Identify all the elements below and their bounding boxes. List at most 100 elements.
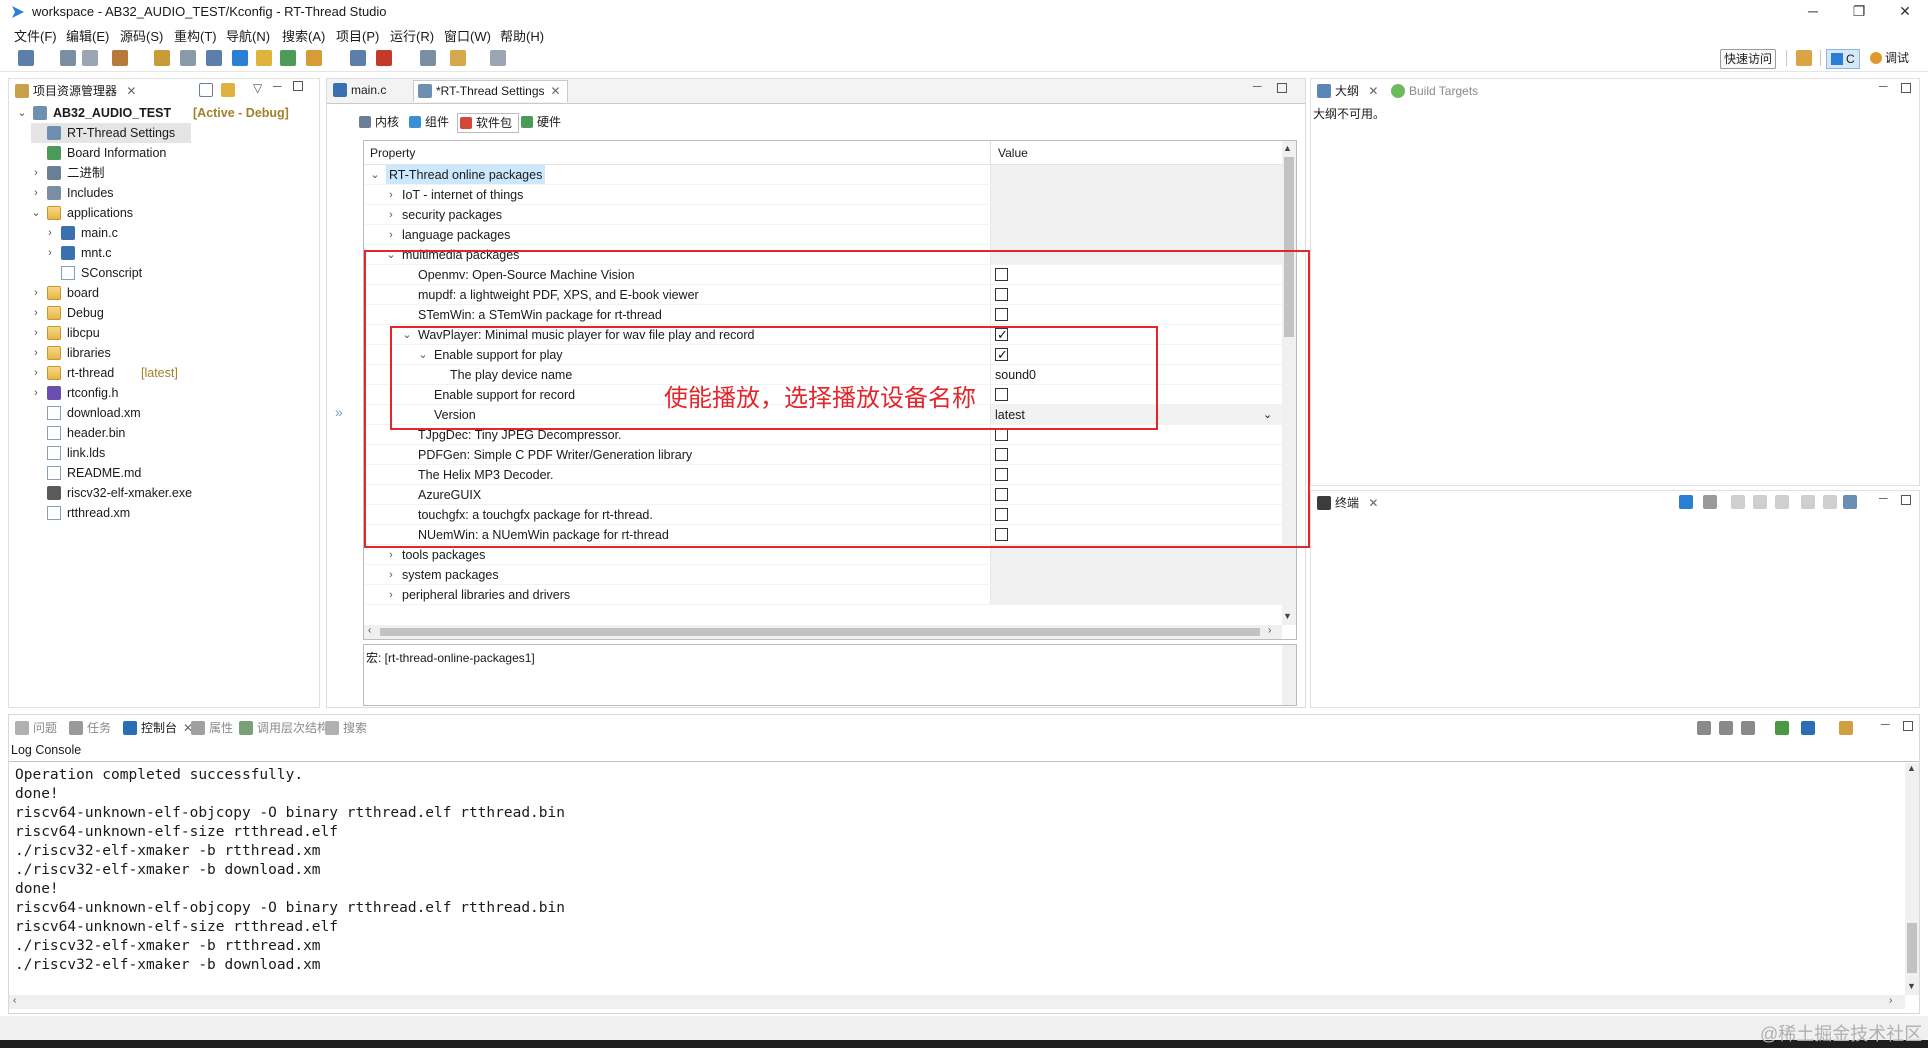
quick-access-input[interactable]: 快速访问 bbox=[1720, 49, 1776, 69]
toolbar-button-icon[interactable] bbox=[232, 50, 248, 66]
editor-tab[interactable]: *RT-Thread Settings ✕ bbox=[413, 80, 568, 102]
expand-toggle-icon[interactable]: › bbox=[31, 323, 41, 343]
settings-subtab[interactable]: 软件包 bbox=[457, 113, 520, 133]
expand-toggle-icon[interactable]: › bbox=[31, 163, 41, 183]
collapse-all-icon[interactable] bbox=[199, 83, 213, 97]
column-property[interactable]: Property bbox=[370, 146, 415, 160]
property-row[interactable]: › security packages bbox=[364, 205, 1282, 225]
expand-toggle-icon[interactable]: › bbox=[31, 303, 41, 323]
settings-subtab[interactable]: 内核 bbox=[357, 113, 405, 133]
expand-toggle-icon[interactable]: › bbox=[31, 343, 41, 363]
console-vertical-scrollbar[interactable]: ▲ ▼ bbox=[1905, 763, 1919, 995]
perspective-debug-button[interactable]: 调试 bbox=[1866, 49, 1913, 69]
expand-toggle-icon[interactable]: › bbox=[31, 283, 41, 303]
expand-toggle-icon[interactable]: ⌄ bbox=[31, 203, 41, 223]
settings-icon[interactable] bbox=[1843, 495, 1857, 509]
expand-toggle-icon[interactable]: › bbox=[31, 363, 41, 383]
bottom-tab[interactable]: 搜索 bbox=[321, 718, 373, 740]
minimize-view-icon[interactable]: ─ bbox=[1881, 717, 1890, 731]
toolbar-button-icon[interactable] bbox=[154, 50, 170, 66]
open-perspective-icon[interactable] bbox=[1796, 50, 1812, 66]
clear-icon[interactable] bbox=[1823, 495, 1837, 509]
scroll-lock-icon[interactable] bbox=[1753, 495, 1767, 509]
view-menu-icon[interactable]: ▽ bbox=[253, 81, 262, 95]
paste-icon[interactable] bbox=[1801, 495, 1815, 509]
toolbar-button-icon[interactable] bbox=[280, 50, 296, 66]
toolbar-button-icon[interactable] bbox=[60, 50, 76, 66]
toolbar-button-icon[interactable] bbox=[82, 50, 98, 66]
clear-console-icon[interactable] bbox=[1697, 721, 1711, 735]
settings-subtab[interactable]: 组件 bbox=[407, 113, 455, 133]
toolbar-button-icon[interactable] bbox=[112, 50, 128, 66]
property-row[interactable]: › IoT - internet of things bbox=[364, 185, 1282, 205]
bottom-tab[interactable]: 调用层次结构 bbox=[235, 718, 335, 740]
expand-toggle-icon[interactable]: › bbox=[386, 565, 396, 585]
bottom-tab[interactable]: 属性 bbox=[187, 718, 239, 740]
scroll-lock-icon[interactable] bbox=[1719, 721, 1733, 735]
toolbar-button-icon[interactable] bbox=[420, 50, 436, 66]
expand-toggle-icon[interactable]: › bbox=[45, 223, 55, 243]
close-icon[interactable]: ✕ bbox=[551, 84, 561, 98]
word-wrap-icon[interactable] bbox=[1741, 721, 1755, 735]
toolbar-button-icon[interactable] bbox=[350, 50, 366, 66]
minimize-editor-icon[interactable]: ─ bbox=[1253, 79, 1262, 93]
expand-toggle-icon[interactable]: › bbox=[386, 545, 396, 565]
display-console-icon[interactable] bbox=[1801, 721, 1815, 735]
collapse-arrow-icon[interactable]: » bbox=[335, 404, 343, 420]
expand-toggle-icon[interactable]: › bbox=[386, 225, 396, 245]
toolbar-button-icon[interactable] bbox=[376, 50, 392, 66]
expand-toggle-icon[interactable]: › bbox=[31, 183, 41, 203]
editor-tab[interactable]: main.c bbox=[329, 80, 392, 102]
property-row[interactable]: › tools packages bbox=[364, 545, 1282, 565]
link-editor-icon[interactable] bbox=[221, 83, 235, 97]
close-button[interactable]: ✕ bbox=[1882, 0, 1928, 24]
tab-build-targets[interactable]: Build Targets bbox=[1387, 81, 1484, 103]
bottom-tab[interactable]: 问题 bbox=[11, 718, 63, 740]
menu-item-1[interactable]: 编辑(E) bbox=[66, 26, 109, 45]
restore-button[interactable]: ❐ bbox=[1836, 0, 1882, 24]
copy-icon[interactable] bbox=[1775, 495, 1789, 509]
property-row[interactable]: › peripheral libraries and drivers bbox=[364, 585, 1282, 605]
open-terminal-icon[interactable] bbox=[1679, 495, 1693, 509]
toolbar-button-icon[interactable] bbox=[450, 50, 466, 66]
minimize-view-icon[interactable]: ─ bbox=[1879, 491, 1888, 505]
tab-outline[interactable]: 大纲 ✕ bbox=[1313, 81, 1385, 103]
toolbar-button-icon[interactable] bbox=[18, 50, 34, 66]
connect-icon[interactable] bbox=[1703, 495, 1717, 509]
tab-terminal[interactable]: 终端 ✕ bbox=[1313, 493, 1384, 515]
maximize-view-icon[interactable] bbox=[1901, 495, 1911, 505]
toolbar-button-icon[interactable] bbox=[490, 50, 506, 66]
expand-toggle-icon[interactable]: › bbox=[386, 585, 396, 605]
column-value[interactable]: Value bbox=[998, 146, 1028, 160]
tab-project-explorer[interactable]: 项目资源管理器 ✕ bbox=[11, 81, 142, 103]
maximize-view-icon[interactable] bbox=[1901, 83, 1911, 93]
menu-item-7[interactable]: 运行(R) bbox=[390, 26, 434, 45]
toolbar-button-icon[interactable] bbox=[206, 50, 222, 66]
menu-item-8[interactable]: 窗口(W) bbox=[444, 26, 491, 45]
console-horizontal-scrollbar[interactable]: ‹ › bbox=[9, 995, 1905, 1009]
pin-console-icon[interactable] bbox=[1775, 721, 1789, 735]
maximize-view-icon[interactable] bbox=[293, 81, 303, 91]
minimize-view-icon[interactable]: ─ bbox=[273, 79, 282, 93]
open-console-icon[interactable] bbox=[1839, 721, 1853, 735]
settings-subtab[interactable]: 硬件 bbox=[519, 113, 567, 133]
expand-toggle-icon[interactable]: › bbox=[386, 185, 396, 205]
close-icon[interactable]: ✕ bbox=[1368, 496, 1378, 510]
close-icon[interactable]: ✕ bbox=[126, 84, 136, 98]
menu-item-9[interactable]: 帮助(H) bbox=[500, 26, 544, 45]
close-icon[interactable]: ✕ bbox=[1368, 84, 1378, 98]
menu-item-3[interactable]: 重构(T) bbox=[174, 26, 217, 45]
toolbar-button-icon[interactable] bbox=[180, 50, 196, 66]
maximize-editor-icon[interactable] bbox=[1277, 83, 1287, 93]
minimize-view-icon[interactable]: ─ bbox=[1879, 79, 1888, 93]
maximize-view-icon[interactable] bbox=[1903, 721, 1913, 731]
toolbar-button-icon[interactable] bbox=[256, 50, 272, 66]
property-row[interactable]: › system packages bbox=[364, 565, 1282, 585]
property-row[interactable]: ⌄ RT-Thread online packages bbox=[364, 165, 1282, 185]
menu-item-2[interactable]: 源码(S) bbox=[120, 26, 163, 45]
disconnect-icon[interactable] bbox=[1731, 495, 1745, 509]
tree-item[interactable]: RT-Thread Settings bbox=[31, 123, 191, 143]
table-horizontal-scrollbar[interactable]: ‹ › bbox=[364, 625, 1282, 639]
expand-toggle-icon[interactable]: › bbox=[31, 383, 41, 403]
menu-item-4[interactable]: 导航(N) bbox=[226, 26, 270, 45]
